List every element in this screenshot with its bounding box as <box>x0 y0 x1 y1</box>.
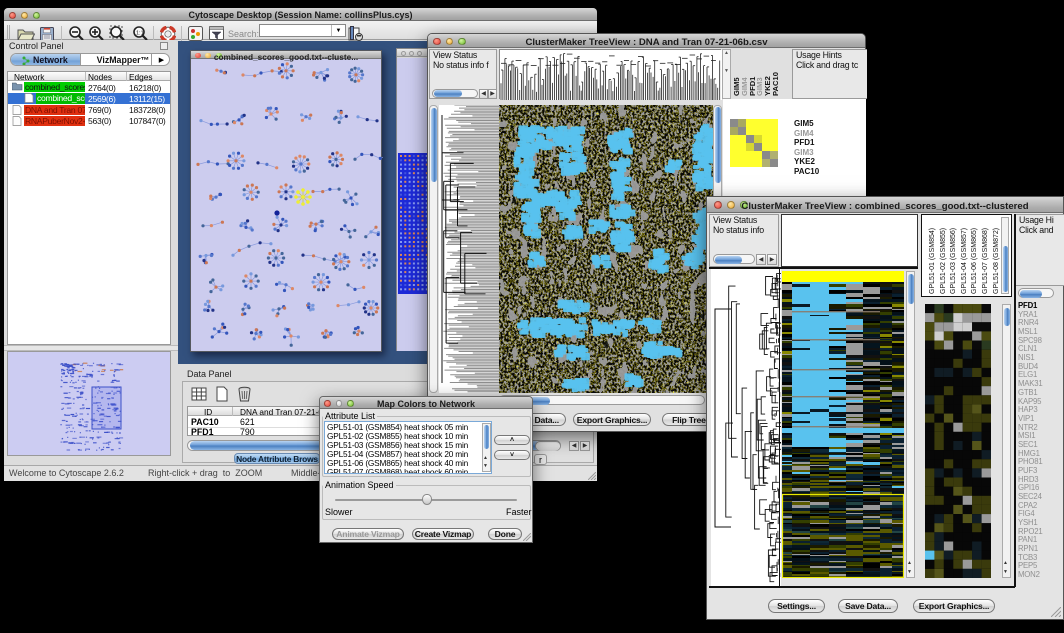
svg-text:1:1: 1:1 <box>136 31 144 37</box>
